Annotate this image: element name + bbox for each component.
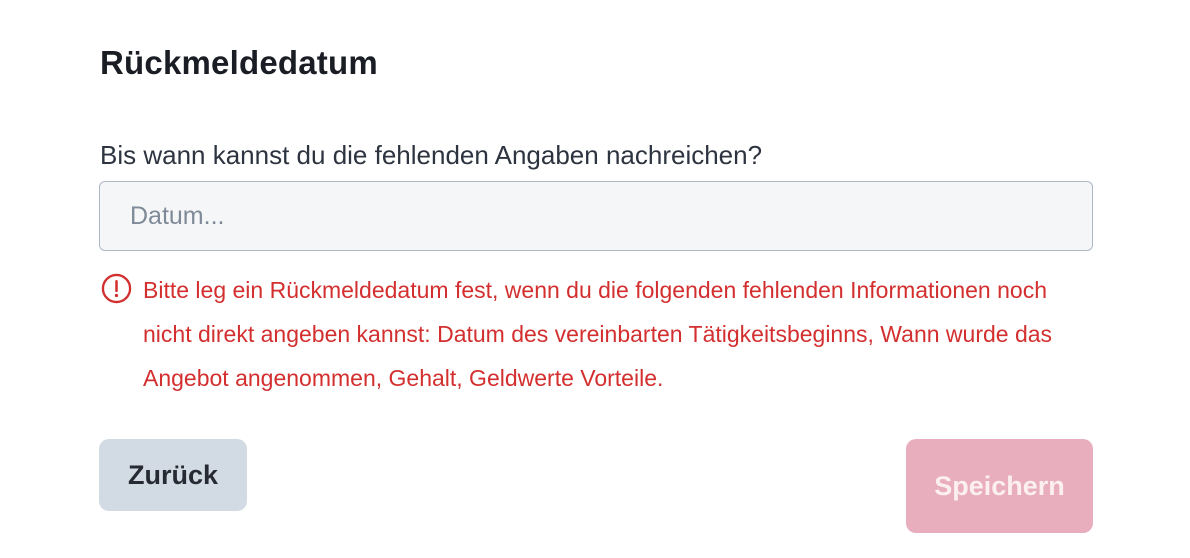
alert-circle-icon xyxy=(101,273,132,304)
dialog-title: Rückmeldedatum xyxy=(100,44,378,81)
date-input[interactable] xyxy=(99,181,1093,251)
save-button[interactable]: Speichern xyxy=(906,439,1093,533)
date-field-label: Bis wann kannst du die fehlenden Angaben… xyxy=(100,140,763,170)
back-button[interactable]: Zurück xyxy=(99,439,247,511)
error-message: Bitte leg ein Rückmeldedatum fest, wenn … xyxy=(143,277,1053,391)
